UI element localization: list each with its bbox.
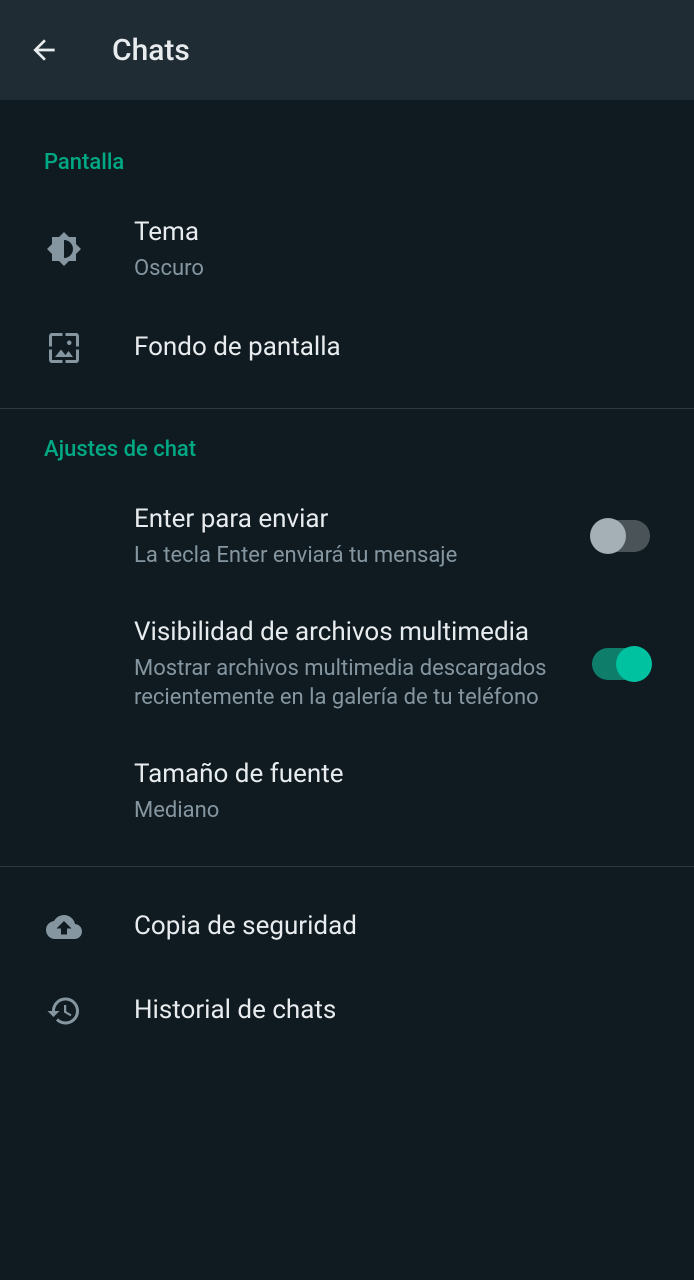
setting-subtitle: Mostrar archivos multimedia descargados … xyxy=(134,654,566,713)
content: Pantalla Tema Oscuro Fondo de pantalla A… xyxy=(0,100,694,1053)
brightness-icon xyxy=(44,229,84,269)
header: Chats xyxy=(0,0,694,100)
setting-title: Fondo de pantalla xyxy=(134,330,650,365)
toggle-enter-to-send[interactable] xyxy=(592,520,650,552)
divider xyxy=(0,866,694,867)
setting-wallpaper[interactable]: Fondo de pantalla xyxy=(0,306,694,390)
history-icon xyxy=(44,991,84,1031)
setting-title: Tamaño de fuente xyxy=(134,757,650,792)
setting-history[interactable]: Historial de chats xyxy=(0,969,694,1053)
back-icon[interactable] xyxy=(24,30,64,70)
setting-subtitle: La tecla Enter enviará tu mensaje xyxy=(134,541,566,571)
setting-backup[interactable]: Copia de seguridad xyxy=(0,885,694,969)
section-header-display: Pantalla xyxy=(0,140,694,193)
setting-title: Copia de seguridad xyxy=(134,909,650,944)
setting-font-size[interactable]: Tamaño de fuente Mediano xyxy=(90,735,694,848)
page-title: Chats xyxy=(112,33,190,68)
toggle-media-visibility[interactable] xyxy=(592,648,650,680)
setting-title: Enter para enviar xyxy=(134,502,566,537)
divider xyxy=(0,408,694,409)
setting-theme[interactable]: Tema Oscuro xyxy=(0,193,694,306)
setting-subtitle: Mediano xyxy=(134,796,650,826)
setting-subtitle: Oscuro xyxy=(134,254,650,284)
wallpaper-icon xyxy=(44,328,84,368)
section-header-chat-settings: Ajustes de chat xyxy=(0,427,694,480)
setting-media-visibility[interactable]: Visibilidad de archivos multimedia Mostr… xyxy=(90,593,694,735)
cloud-upload-icon xyxy=(44,907,84,947)
setting-title: Visibilidad de archivos multimedia xyxy=(134,615,566,650)
setting-title: Tema xyxy=(134,215,650,250)
setting-title: Historial de chats xyxy=(134,993,650,1028)
setting-enter-to-send[interactable]: Enter para enviar La tecla Enter enviará… xyxy=(90,480,694,593)
